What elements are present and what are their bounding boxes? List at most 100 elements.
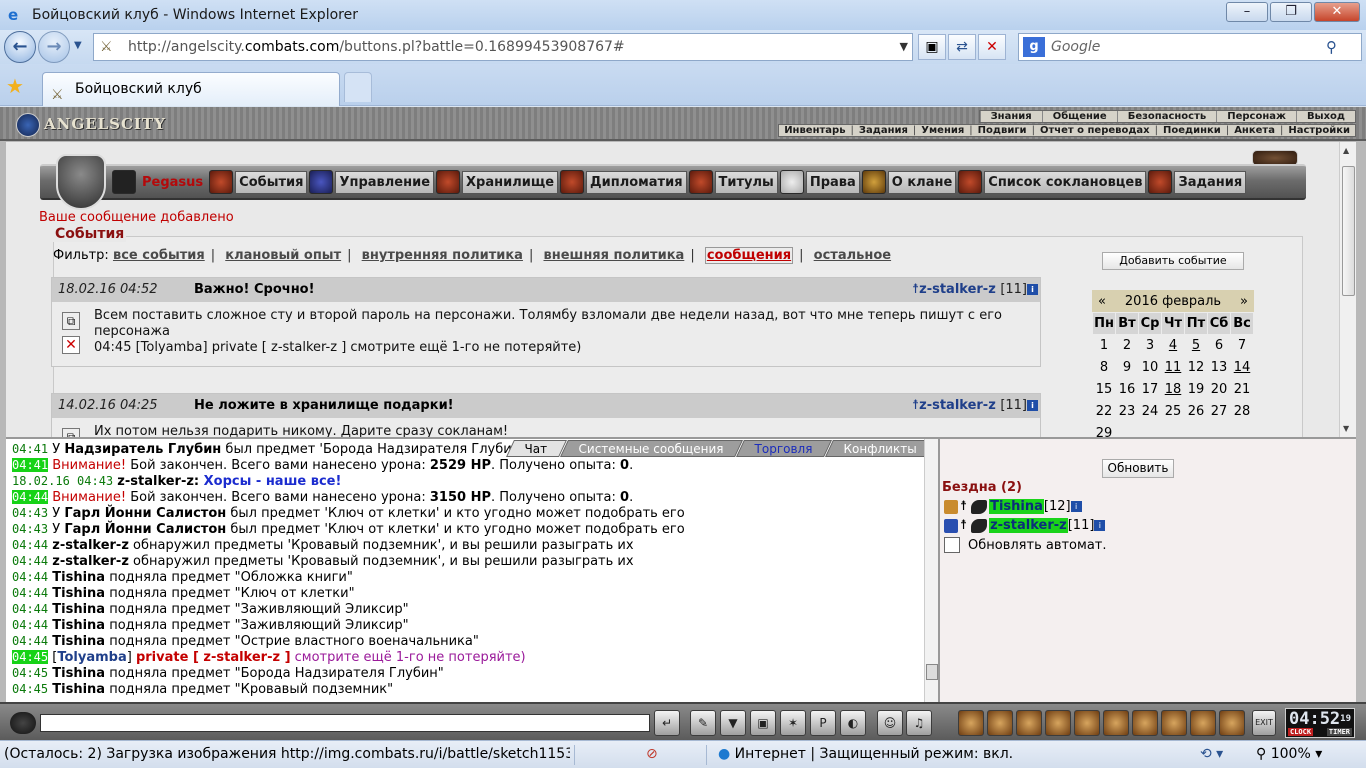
transfer-icon[interactable] [944, 518, 958, 533]
back-button[interactable]: ← [4, 31, 36, 63]
search-field[interactable]: g Google ⚲ [1018, 33, 1362, 61]
chat-name[interactable]: Tishina [52, 666, 105, 681]
scroll-up-icon[interactable]: ▲ [1343, 146, 1349, 155]
bag-icon[interactable] [958, 710, 984, 736]
exit-icon[interactable]: EXIT [1252, 710, 1276, 736]
forward-button[interactable]: → [38, 31, 70, 63]
event-author[interactable]: ☨z-stalker-z [11] i [912, 278, 1038, 302]
author-name[interactable]: z-stalker-z [919, 282, 996, 297]
save-icon[interactable]: ▣ [750, 710, 776, 736]
submenu-settings[interactable]: Настройки [1283, 125, 1355, 136]
head-icon[interactable] [10, 712, 36, 734]
nav-tasks[interactable]: Задания [1148, 170, 1247, 194]
scroll-down-icon[interactable]: ▼ [1343, 424, 1349, 433]
tracking-icon[interactable]: ⊘ [646, 741, 658, 768]
chat-name[interactable]: z-stalker-z: [117, 474, 199, 489]
clear-icon[interactable]: ✎ [690, 710, 716, 736]
chat-time[interactable]: 04:45 [12, 650, 49, 664]
chat-name[interactable]: Tishina [52, 618, 105, 633]
page-scrollbar[interactable]: ▲ ▼ [1339, 142, 1356, 437]
chat-time[interactable]: 04:43 [12, 522, 48, 536]
potion-icon[interactable] [1016, 710, 1042, 736]
calendar-next-button[interactable]: » [1240, 294, 1248, 309]
chat-name[interactable]: Tishina [52, 570, 105, 585]
helmet-icon[interactable] [1161, 710, 1187, 736]
event-author[interactable]: ☨z-stalker-z [11] i [912, 394, 1038, 418]
nav-members[interactable]: Список соклановцев [958, 170, 1147, 194]
flag-icon[interactable] [1219, 710, 1245, 736]
refresh-button[interactable]: Обновить [1102, 459, 1174, 478]
nav-about-clan[interactable]: О клане [861, 170, 957, 194]
nav-events[interactable]: События [209, 170, 308, 194]
menu-exit[interactable]: Выход [1295, 111, 1355, 122]
site-logo[interactable]: ANGELSCITY [16, 113, 166, 137]
submenu-quests[interactable]: Задания [854, 125, 913, 136]
smile-icon[interactable]: ☺ [877, 710, 903, 736]
checkbox-box[interactable] [944, 537, 960, 553]
delete-icon[interactable]: ✕ [62, 336, 80, 354]
chat-time[interactable]: 04:45 [12, 666, 48, 680]
chat-time[interactable]: 04:41 [12, 442, 48, 456]
chat-time[interactable]: 18.02.16 04:43 [12, 474, 113, 488]
author-name[interactable]: z-stalker-z [919, 398, 996, 413]
submenu-transfer-report[interactable]: Отчет о переводах [1035, 125, 1155, 136]
tab-trade[interactable]: Торговля [735, 440, 832, 457]
info-icon[interactable]: i [1027, 284, 1038, 295]
chat-name[interactable]: Tishina [52, 634, 105, 649]
chat-time[interactable]: 04:44 [12, 618, 48, 632]
filter-internal[interactable]: внутренняя политика [362, 248, 523, 263]
calendar-day[interactable]: 18 [1162, 379, 1185, 401]
chat-name[interactable]: Гарл Йонни Салистон [64, 506, 226, 521]
chat-time[interactable]: 04:45 [12, 682, 48, 696]
nav-storage[interactable]: Хранилище [436, 170, 559, 194]
submenu-achievements[interactable]: Подвиги [973, 125, 1032, 136]
chat-sender[interactable]: Tolyamba [57, 650, 126, 665]
chat-time[interactable]: 04:44 [12, 634, 48, 648]
info-icon[interactable]: i [1070, 501, 1082, 512]
filter-all[interactable]: все события [113, 248, 205, 263]
chat-scroll-thumb[interactable] [926, 664, 938, 680]
chat-time[interactable]: 04:43 [12, 506, 48, 520]
filter-external[interactable]: внешняя политика [543, 248, 684, 263]
battle-icon[interactable] [944, 499, 958, 514]
scroll-icon[interactable] [1074, 710, 1100, 736]
chat-name[interactable]: Tishina [52, 602, 105, 617]
url-dropdown-icon[interactable]: ▼ [900, 34, 908, 60]
ring-icon[interactable] [1190, 710, 1216, 736]
submenu-profile[interactable]: Анкета [1229, 125, 1280, 136]
favorites-star-icon[interactable]: ★ [6, 74, 24, 98]
browser-tab[interactable]: ⚔ Бойцовский клуб [42, 72, 340, 106]
scroll-thumb[interactable] [1342, 166, 1355, 296]
sword-icon[interactable] [987, 710, 1013, 736]
chat-scrollbar[interactable] [924, 439, 938, 704]
player-name[interactable]: Tishina [989, 499, 1044, 514]
menu-knowledge[interactable]: Знания [979, 111, 1042, 122]
search-icon[interactable]: ⚲ [1326, 34, 1337, 60]
player-name[interactable]: z-stalker-z [989, 518, 1068, 533]
url-field[interactable]: ⚔ http://angelscity.combats.com/buttons.… [93, 33, 913, 61]
add-event-button[interactable]: Добавить событие [1102, 252, 1244, 270]
info-icon[interactable]: i [1094, 520, 1106, 531]
menu-character[interactable]: Персонаж [1216, 111, 1296, 122]
chat-name[interactable]: Надзиратель Глубин [64, 442, 221, 457]
nav-titles[interactable]: Титулы [688, 170, 778, 194]
mute-icon[interactable]: ◐ [840, 710, 866, 736]
chat-name[interactable]: z-stalker-z [52, 554, 129, 569]
chat-time[interactable]: 04:41 [12, 458, 49, 472]
chat-time[interactable]: 04:44 [12, 570, 48, 584]
submenu-fights[interactable]: Поединки [1158, 125, 1226, 136]
send-icon[interactable]: ↵ [654, 710, 680, 736]
protected-mode-icon[interactable]: ⟲ ▾ [1200, 741, 1223, 768]
chat-name[interactable]: Гарл Йонни Салистон [64, 522, 226, 537]
filter-icon[interactable]: ▼ [720, 710, 746, 736]
calendar-day[interactable]: 4 [1162, 335, 1185, 357]
nav-management[interactable]: Управление [309, 170, 435, 194]
filter-other[interactable]: остальное [814, 248, 891, 263]
copy-icon[interactable]: ⧉ [62, 312, 80, 330]
chat-name[interactable]: Tishina [52, 682, 105, 697]
chat-name[interactable]: Tishina [52, 586, 105, 601]
tab-chat[interactable]: Чат [506, 440, 567, 457]
chat-time[interactable]: 04:44 [12, 490, 49, 504]
auto-refresh-checkbox[interactable]: Обновлять автомат. [944, 537, 1107, 553]
filter-clan-exp[interactable]: клановый опыт [225, 248, 341, 263]
